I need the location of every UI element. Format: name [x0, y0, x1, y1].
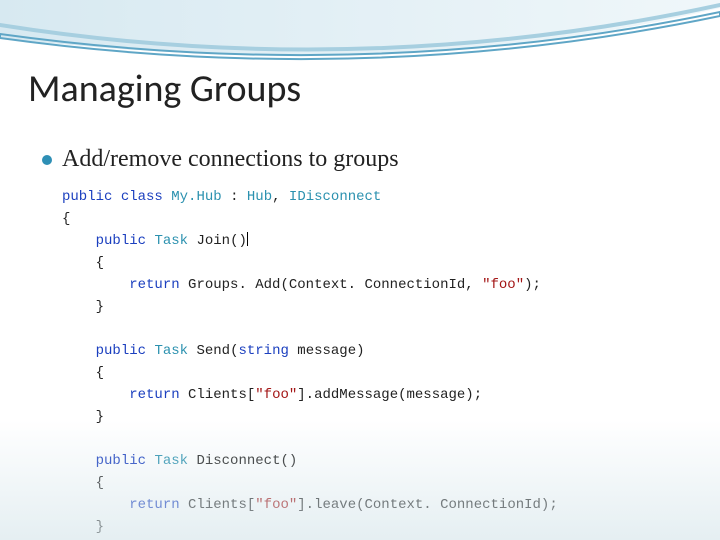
- call: Clients[: [180, 387, 256, 403]
- type-task: Task: [154, 453, 188, 469]
- kw-class: class: [121, 189, 163, 205]
- kw-public: public: [62, 189, 112, 205]
- end: );: [524, 277, 541, 293]
- type-string: string: [238, 343, 288, 359]
- param-name: message: [289, 343, 356, 359]
- method-send: Send: [196, 343, 230, 359]
- comma: ,: [272, 189, 289, 205]
- kw-return: return: [129, 277, 179, 293]
- string-literal: "foo": [255, 497, 297, 513]
- bullet-icon: [42, 155, 52, 165]
- call: ].leave(Context. ConnectionId);: [297, 497, 557, 513]
- bullet-item: Add/remove connections to groups: [42, 146, 399, 173]
- call: ].addMessage(message);: [297, 387, 482, 403]
- paren-close: ): [356, 343, 364, 359]
- kw-return: return: [129, 387, 179, 403]
- kw-public: public: [96, 233, 146, 249]
- type-myhub: My.Hub: [171, 189, 221, 205]
- slide-title: Managing Groups: [28, 66, 301, 112]
- type-hub: Hub: [247, 189, 272, 205]
- bullet-text: Add/remove connections to groups: [62, 146, 399, 173]
- call: Groups. Add(Context. ConnectionId,: [180, 277, 482, 293]
- type-task: Task: [154, 343, 188, 359]
- method-disconnect: Disconnect: [196, 453, 280, 469]
- code-block: public class My.Hub : Hub, IDisconnect {…: [62, 186, 680, 540]
- cursor-icon: [247, 232, 248, 246]
- call: Clients[: [180, 497, 256, 513]
- string-literal: "foo": [255, 387, 297, 403]
- parens: (): [230, 233, 247, 249]
- colon: :: [222, 189, 247, 205]
- parens: (): [280, 453, 297, 469]
- type-task: Task: [154, 233, 188, 249]
- slide: Managing Groups Add/remove connections t…: [0, 0, 720, 540]
- kw-public: public: [96, 453, 146, 469]
- method-join: Join: [196, 233, 230, 249]
- type-idisconnect: IDisconnect: [289, 189, 381, 205]
- string-literal: "foo": [482, 277, 524, 293]
- kw-return: return: [129, 497, 179, 513]
- kw-public: public: [96, 343, 146, 359]
